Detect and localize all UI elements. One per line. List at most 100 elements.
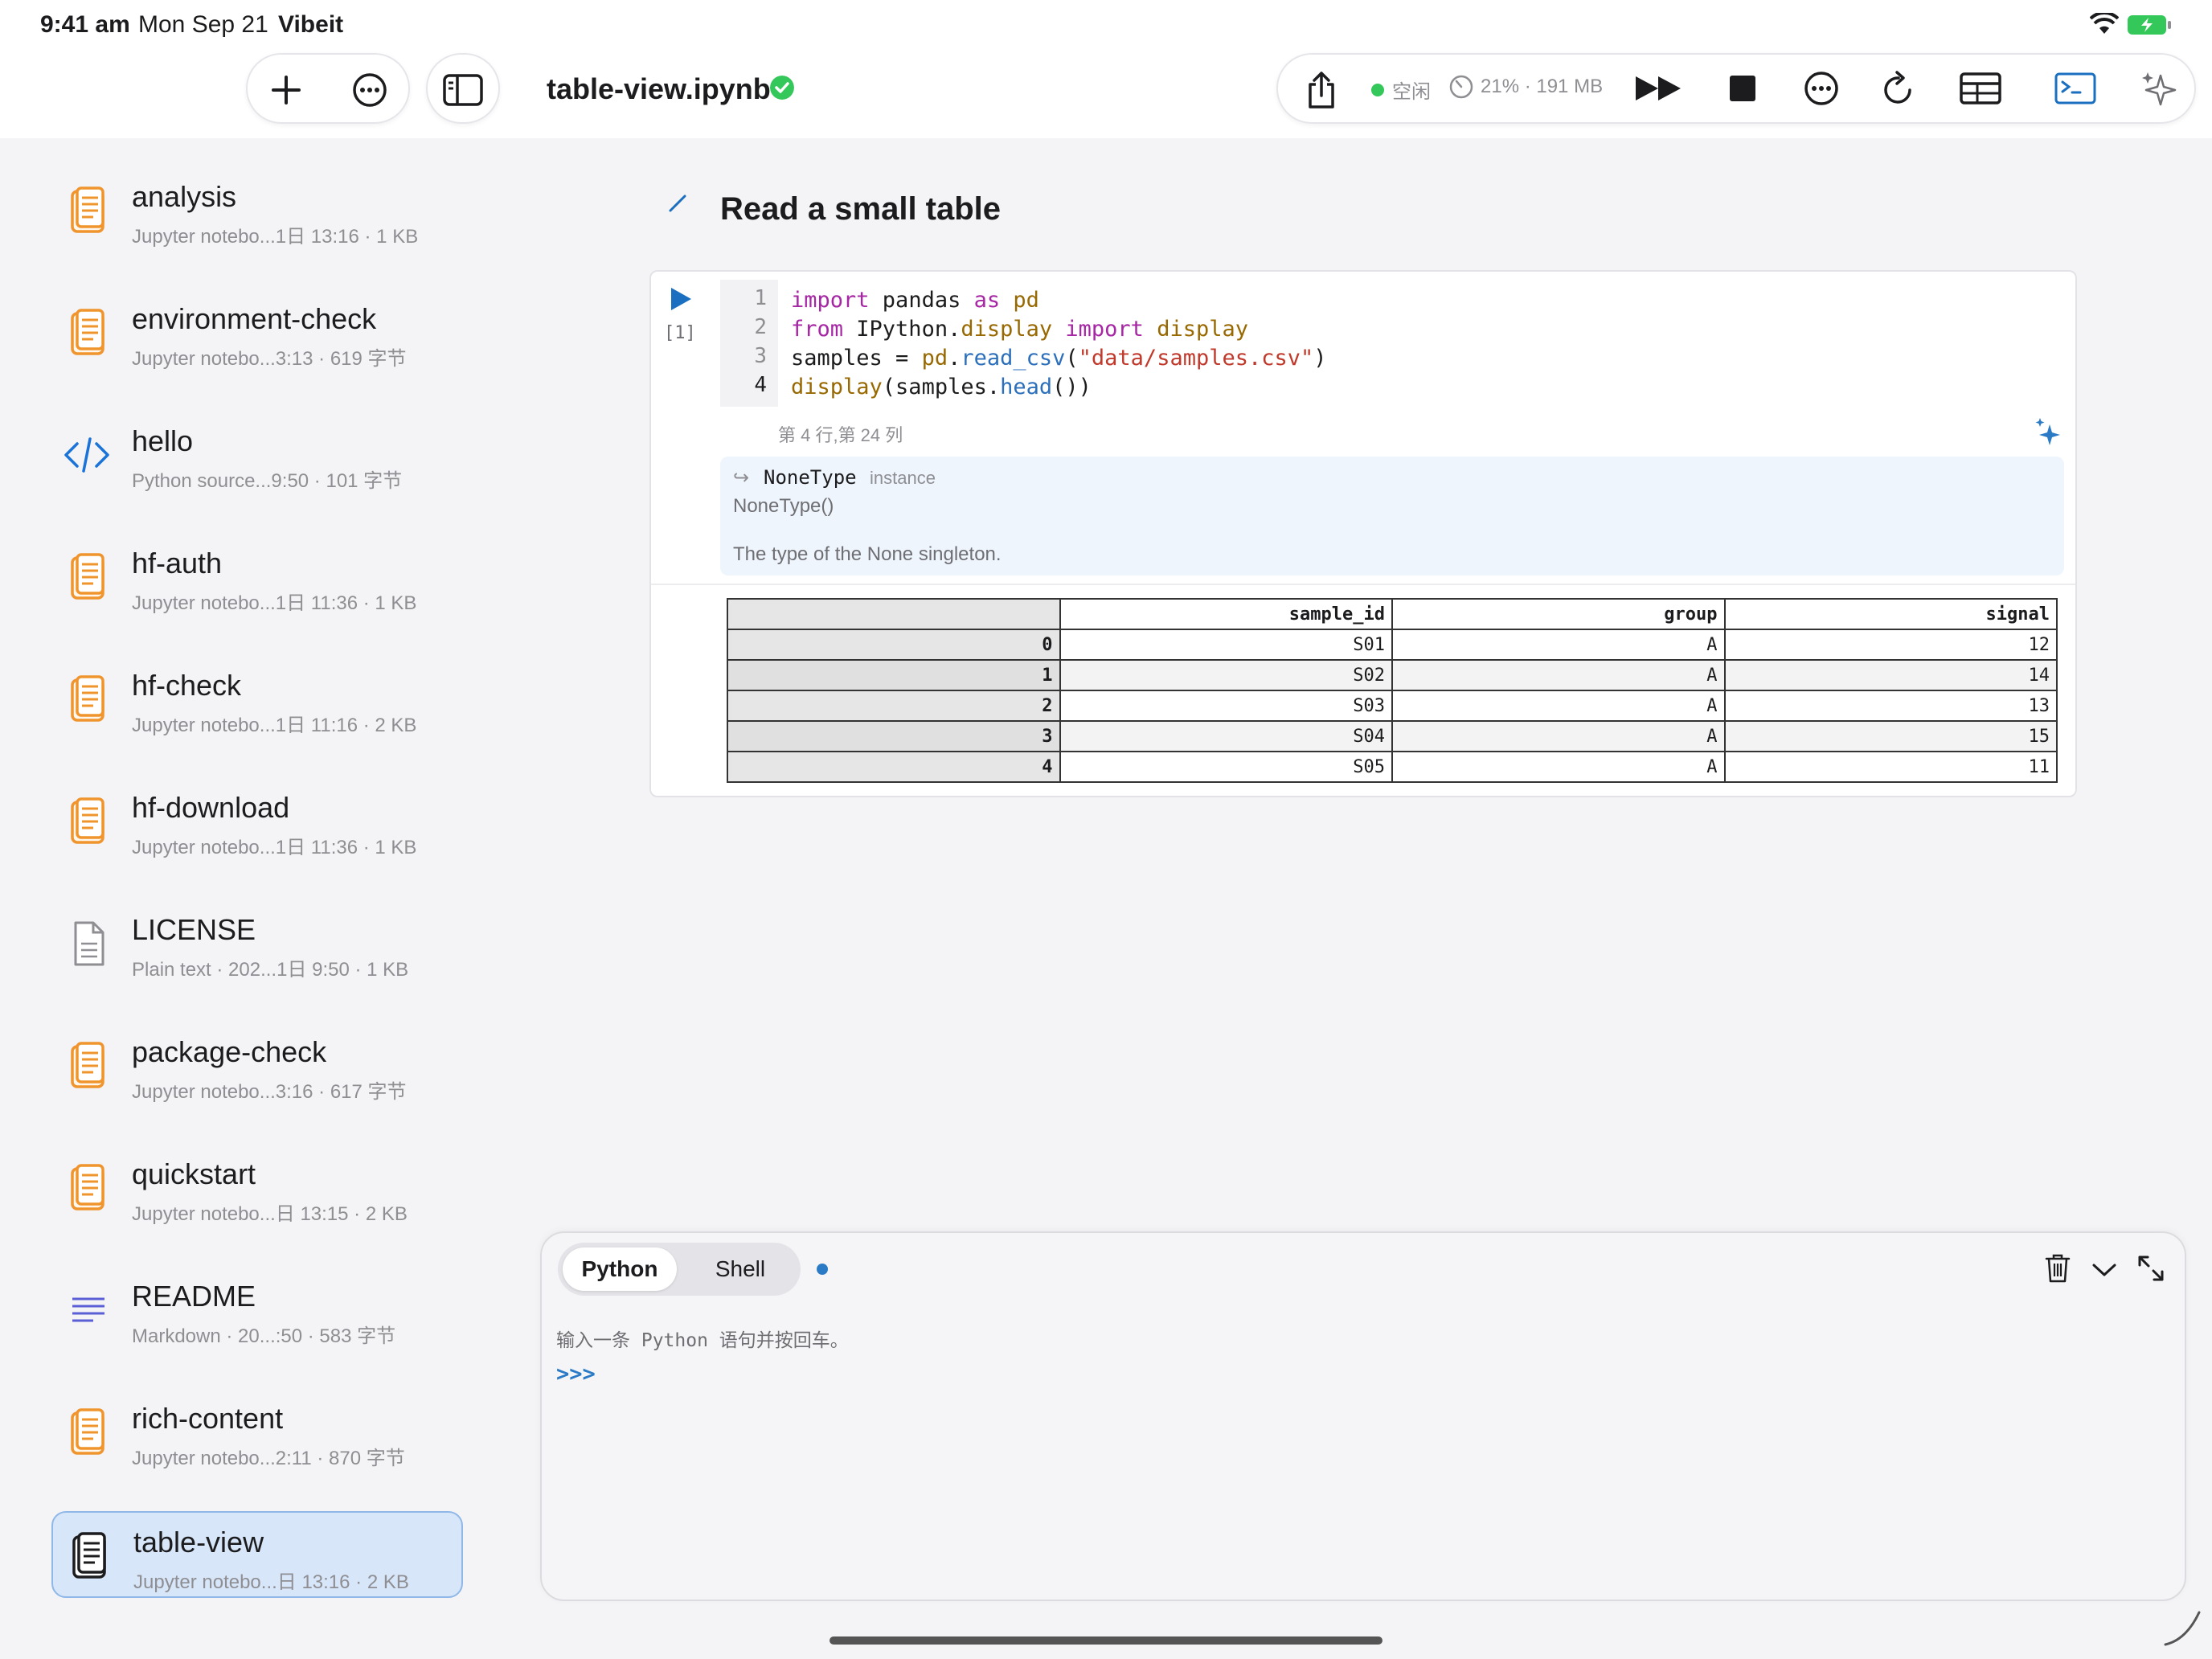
sidebar-toggle-button[interactable] [426,53,500,124]
ai-assistant-button[interactable] [2136,66,2181,111]
code-token: head [1000,375,1053,399]
code-line: display(samples.head()) [791,375,1092,399]
wifi-icon [2090,13,2119,34]
table-cell: 13 [1723,690,2058,722]
home-indicator[interactable] [830,1636,1382,1645]
tooltip-type-name: NoneType [764,466,857,489]
run-cell-button[interactable] [669,286,693,312]
plus-icon [272,76,301,104]
code-token: IPython. [843,317,961,342]
sparkles-icon [2142,72,2177,106]
sidebar-item-package-check[interactable]: package-check Jupyter notebo...3:16 · 617… [51,1022,463,1109]
notebook-icon [71,1532,109,1580]
expand-console-button[interactable] [2133,1251,2169,1286]
sidebar-item-license[interactable]: LICENSE Plain text · 202...1日 9:50 · 1 KB [51,900,463,987]
return-arrow-icon: ↪ [733,467,750,489]
table-view-button[interactable] [1955,66,2006,111]
notebook-icon [69,1408,108,1456]
table-cell: A [1391,690,1726,722]
sidebar-toggle-icon [443,74,483,106]
sidebar-item-hf-check[interactable]: hf-check Jupyter notebo...1日 11:16 · 2 KB [51,656,463,743]
tooltip-kind: instance [870,468,936,488]
code-token: display [1157,317,1249,342]
line-number: 3 [754,344,767,368]
code-token: ) [1313,346,1327,371]
code-token: import [1065,317,1144,342]
code-token: display [791,375,883,399]
sparkles-icon[interactable] [2034,416,2062,449]
sidebar-item-table-view[interactable]: table-view Jupyter notebo...日 13:16 · 2 K… [51,1511,463,1598]
file-name: hello [132,424,194,457]
row-index-cell: 3 [727,720,1061,752]
file-name: analysis [132,180,237,213]
code-token: display [961,317,1053,342]
markdown-heading[interactable]: Read a small table [720,191,1001,227]
console-toggle-button[interactable] [2050,66,2101,111]
stop-button[interactable] [1720,66,1765,111]
file-sidebar: analysis Jupyter notebo...1日 13:16 · 1 KB… [0,138,514,1659]
table-body: 0 S01 A 12 1 S02 A 14 2 S03 A 13 3 S04 A 15 4 S05 A 11 [727,629,2058,783]
sidebar-item-hf-download[interactable]: hf-download Jupyter notebo...1日 11:36 · 1… [51,778,463,865]
file-name: hf-auth [132,547,223,580]
table-header-row: sample_id group signal [727,598,2058,630]
share-button[interactable] [1299,66,1344,114]
tab-python[interactable]: Python [563,1247,677,1291]
ellipsis-circle-icon [1804,72,1838,105]
file-name: environment-check [132,302,377,335]
gauge-icon [1449,75,1473,99]
tab-shell[interactable]: Shell [685,1247,796,1291]
row-index-cell: 2 [727,690,1061,722]
collapse-console-button[interactable] [2088,1254,2120,1286]
restart-icon [1884,71,1911,104]
code-token: pd [1013,288,1039,313]
more-button[interactable] [347,68,392,113]
sidebar-item-hf-auth[interactable]: hf-auth Jupyter notebo...1日 11:36 · 1 KB [51,534,463,621]
file-name: rich-content [132,1402,284,1435]
sidebar-item-hello[interactable]: hello Python source...9:50 · 101 字节 [51,412,463,498]
pencil-icon[interactable] [667,191,690,214]
table-row: 1 S02 A 14 [727,659,2058,691]
sidebar-item-environment-check[interactable]: environment-check Jupyter notebo...3:13 ·… [51,289,463,376]
notebook-icon [69,797,108,846]
table-cell: 12 [1723,629,2058,661]
table-icon [1960,72,2001,104]
terminal-icon [2054,72,2096,104]
run-all-icon [1636,76,1681,100]
restart-button[interactable] [1876,66,1921,111]
file-meta: Jupyter notebo...1日 11:36 · 1 KB [132,592,417,614]
column-header-group: group [1391,598,1726,630]
file-meta: Jupyter notebo...1日 11:36 · 1 KB [132,837,417,858]
kernel-status-dot [1371,84,1384,96]
file-meta: Jupyter notebo...日 13:15 · 2 KB [132,1203,408,1225]
sidebar-item-readme[interactable]: README Markdown · 20...:50 · 583 字节 [51,1267,463,1354]
file-meta: Jupyter notebo...2:11 · 870 字节 [132,1448,405,1469]
run-all-button[interactable] [1633,66,1685,111]
file-meta: Python source...9:50 · 101 字节 [132,470,403,492]
notebook-icon [69,675,108,723]
notebook-icon [69,553,108,601]
output-divider [651,584,2075,585]
file-name: LICENSE [132,913,256,946]
add-button[interactable] [264,68,309,113]
table-row: 3 S04 A 15 [727,720,2058,752]
status-bar: 9:41 am Mon Sep 21 Vibeit [0,0,2212,50]
code-token: "data/samples.csv" [1078,346,1314,371]
ellipsis-circle-icon [353,73,387,107]
table-cell: A [1391,751,1726,783]
sidebar-item-analysis[interactable]: analysis Jupyter notebo...1日 13:16 · 1 KB [51,167,463,254]
line-number: 2 [754,315,767,339]
menu-button[interactable] [1799,66,1844,111]
top-toolbar: table-view.ipynb 空闲 21% · 191 MB [0,50,2212,138]
inspect-tooltip: ↪ NoneType instance NoneType() The type … [720,457,2064,576]
sidebar-item-quickstart[interactable]: quickstart Jupyter notebo...日 13:15 · 2 K… [51,1145,463,1231]
status-time: 9:41 am [40,11,130,38]
console-prompt[interactable]: >>> [556,1362,596,1387]
code-token: pandas [869,288,974,313]
clear-console-button[interactable] [2040,1249,2075,1288]
table-cell: A [1391,659,1726,691]
chevron-down-icon [2092,1264,2116,1276]
sidebar-item-rich-content[interactable]: rich-content Jupyter notebo...2:11 · 870 … [51,1389,463,1476]
notebook-icon [69,1164,108,1212]
notebook-title[interactable]: table-view.ipynb [547,72,771,106]
